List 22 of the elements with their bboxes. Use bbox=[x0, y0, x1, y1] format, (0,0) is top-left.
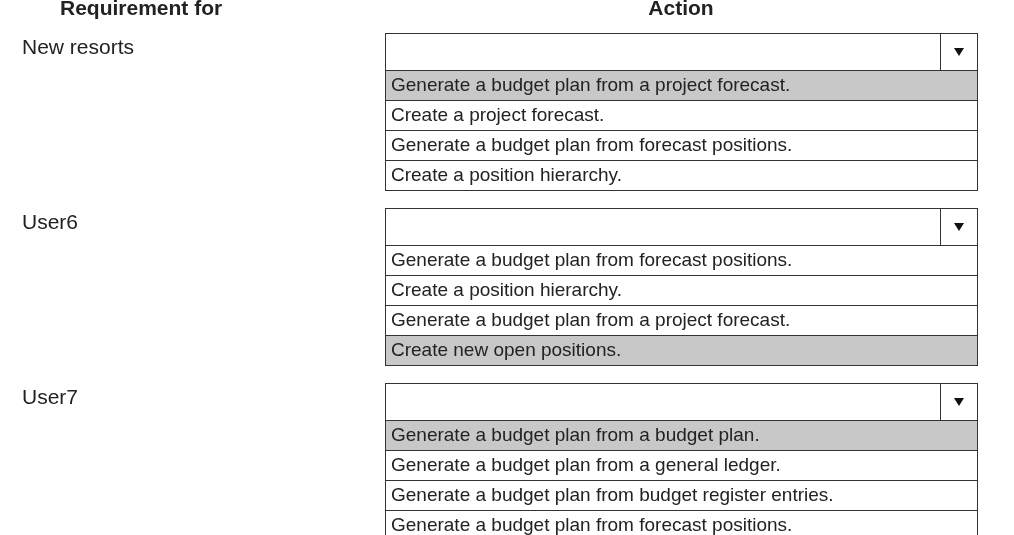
dropdown-option[interactable]: Generate a budget plan from a project forecast. bbox=[385, 71, 978, 101]
dropdown[interactable] bbox=[385, 33, 978, 71]
dropdown-option[interactable]: Generate a budget plan from forecast positions. bbox=[385, 511, 978, 535]
dropdown-option[interactable]: Create a project forecast. bbox=[385, 101, 978, 131]
dropdown-option[interactable]: Create new open positions. bbox=[385, 336, 978, 366]
dropdown-option[interactable]: Create a position hierarchy. bbox=[385, 276, 978, 306]
caret-icon bbox=[954, 223, 964, 231]
dropdown-option[interactable]: Generate a budget plan from budget register entries. bbox=[385, 481, 978, 511]
requirement-label: User7 bbox=[22, 385, 79, 408]
requirement-label: User6 bbox=[22, 210, 79, 233]
dropdown-option[interactable]: Generate a budget plan from forecast positions. bbox=[385, 246, 978, 276]
dropdown-option[interactable]: Create a position hierarchy. bbox=[385, 161, 978, 191]
dropdown[interactable] bbox=[385, 208, 978, 246]
dropdown-option[interactable]: Generate a budget plan from forecast positions. bbox=[385, 131, 978, 161]
caret-icon bbox=[954, 48, 964, 56]
requirement-label: New resorts bbox=[22, 35, 135, 58]
column-heading: Requirement for bbox=[60, 0, 224, 20]
dropdown-option[interactable]: Generate a budget plan from a general ledger. bbox=[385, 451, 978, 481]
dropdown[interactable] bbox=[385, 383, 978, 421]
column-heading: Action bbox=[647, 0, 715, 20]
dropdown-option[interactable]: Generate a budget plan from a budget plan. bbox=[385, 421, 978, 451]
caret-icon bbox=[954, 398, 964, 406]
